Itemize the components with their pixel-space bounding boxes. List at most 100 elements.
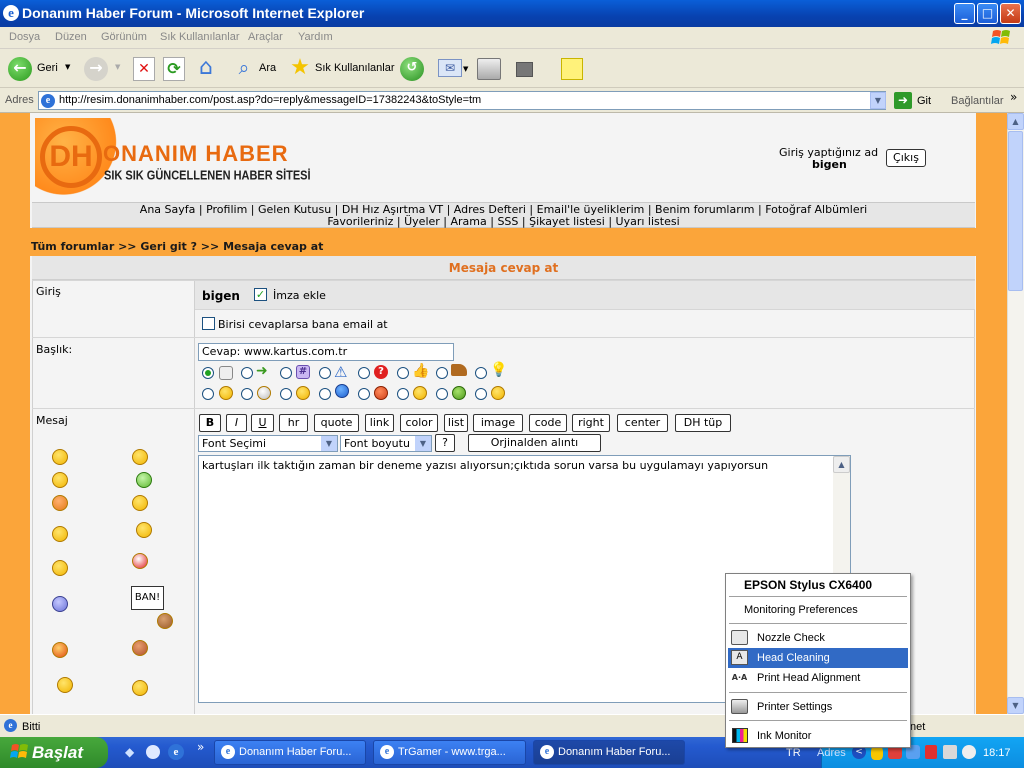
smiley-15-icon[interactable] — [57, 677, 73, 693]
quicklaunch-more-icon[interactable]: » — [197, 740, 204, 754]
smiley-12-icon[interactable] — [157, 613, 173, 629]
list-button[interactable]: list — [444, 414, 468, 432]
icon-radio-16[interactable] — [475, 388, 487, 400]
logout-button[interactable]: Çıkış — [886, 149, 926, 167]
quote-button[interactable]: quote — [314, 414, 359, 432]
smiley-9-icon[interactable] — [52, 560, 68, 576]
icon-radio-10[interactable] — [241, 388, 253, 400]
font-size-arrow-icon[interactable]: ▼ — [415, 436, 431, 451]
bold-button[interactable]: B — [199, 414, 221, 432]
link-button[interactable]: link — [365, 414, 394, 432]
refresh-icon[interactable]: ⟳ — [163, 57, 185, 81]
icon-radio-7[interactable] — [436, 367, 448, 379]
quicklaunch-ie-icon[interactable]: e — [168, 744, 184, 760]
subject-input[interactable]: Cevap: www.kartus.com.tr — [198, 343, 454, 361]
icon-radio-12[interactable] — [319, 388, 331, 400]
notify-checkbox[interactable] — [202, 317, 215, 330]
taskbar-item-donanimhaber-2[interactable]: Donanım Haber Foru... — [533, 740, 685, 765]
taskbar-item-trgamer[interactable]: TrGamer - www.trga... — [373, 740, 526, 765]
links-chevron-icon[interactable]: » — [1010, 90, 1017, 104]
scroll-thumb[interactable] — [1008, 131, 1023, 291]
print-icon[interactable] — [477, 58, 501, 80]
address-dropdown-icon[interactable]: ▼ — [870, 92, 886, 109]
window-titlebar[interactable]: Donanım Haber Forum - Microsoft Internet… — [0, 0, 1024, 27]
menu-print-head-alignment[interactable]: Print Head Alignment — [757, 672, 860, 684]
signature-checkbox[interactable]: ✓ — [254, 288, 267, 301]
code-button[interactable]: code — [529, 414, 567, 432]
image-button[interactable]: image — [473, 414, 523, 432]
icon-radio-9[interactable] — [202, 388, 214, 400]
icon-radio-13[interactable] — [358, 388, 370, 400]
menu-yardim[interactable]: Yardım — [298, 31, 333, 43]
menu-monitoring-preferences[interactable]: Monitoring Preferences — [744, 604, 858, 616]
italic-button[interactable]: I — [226, 414, 247, 432]
smiley-3-icon[interactable] — [52, 472, 68, 488]
history-icon[interactable]: ↺ — [400, 57, 424, 81]
smiley-14-icon[interactable] — [132, 640, 148, 656]
go-arrow-icon[interactable]: ➜ — [894, 92, 912, 109]
back-dropdown-icon[interactable]: ▼ — [65, 63, 70, 71]
menu-nozzle-check[interactable]: Nozzle Check — [757, 632, 825, 644]
smiley-10-icon[interactable] — [132, 553, 148, 569]
search-button-label[interactable]: Ara — [259, 62, 276, 74]
smiley-16-icon[interactable] — [132, 680, 148, 696]
close-button[interactable]: ✕ — [1000, 3, 1021, 24]
site-logo-icon[interactable]: DH — [40, 126, 102, 188]
menu-favorites[interactable]: Sık Kullanılanlar — [160, 31, 240, 43]
mail-icon[interactable]: ✉ — [438, 59, 462, 77]
icon-radio-14[interactable] — [397, 388, 409, 400]
smiley-1-icon[interactable] — [52, 449, 68, 465]
smiley-8-icon[interactable] — [136, 522, 152, 538]
center-button[interactable]: center — [617, 414, 668, 432]
icon-radio-11[interactable] — [280, 388, 292, 400]
icon-radio-5[interactable] — [358, 367, 370, 379]
address-input[interactable]: http://resim.donanimhaber.com/post.asp?d… — [38, 91, 886, 110]
search-icon[interactable]: ⌕ — [232, 56, 256, 80]
icon-radio-15[interactable] — [436, 388, 448, 400]
quote-original-button[interactable]: Orjinalden alıntı — [468, 434, 601, 452]
favorites-button-label[interactable]: Sık Kullanılanlar — [315, 62, 395, 74]
scroll-up-icon[interactable]: ▲ — [1007, 113, 1024, 130]
links-label[interactable]: Bağlantılar — [951, 95, 1004, 107]
scroll-down-icon[interactable]: ▼ — [1007, 697, 1024, 714]
smiley-6-icon[interactable] — [132, 495, 148, 511]
right-button[interactable]: right — [572, 414, 610, 432]
menu-head-cleaning[interactable]: Head Cleaning — [757, 652, 830, 664]
help-button[interactable]: ? — [435, 434, 455, 452]
edit-icon[interactable] — [516, 62, 533, 77]
icon-radio-4[interactable] — [319, 367, 331, 379]
ban-sign[interactable]: BAN! — [131, 586, 164, 610]
stop-icon[interactable]: ✕ — [133, 57, 155, 81]
menu-duzen[interactable]: Düzen — [55, 31, 87, 43]
menu-ink-monitor[interactable]: Ink Monitor — [757, 730, 811, 742]
smiley-4-icon[interactable] — [136, 472, 152, 488]
tray-antivirus-icon[interactable] — [925, 745, 937, 759]
back-arrow-icon[interactable]: ← — [8, 57, 32, 81]
maximize-button[interactable]: □ — [977, 3, 998, 24]
color-button[interactable]: color — [400, 414, 438, 432]
hr-button[interactable]: hr — [279, 414, 308, 432]
smiley-7-icon[interactable] — [52, 526, 68, 542]
menu-printer-settings[interactable]: Printer Settings — [757, 701, 832, 713]
language-indicator[interactable]: TR — [786, 747, 801, 759]
go-button-label[interactable]: Git — [917, 95, 931, 107]
font-select[interactable]: Font Seçimi — [198, 435, 338, 452]
smiley-2-icon[interactable] — [132, 449, 148, 465]
font-select-arrow-icon[interactable]: ▼ — [321, 436, 337, 451]
menu-araclar[interactable]: Araçlar — [248, 31, 283, 43]
home-icon[interactable]: ⌂ — [194, 56, 218, 80]
minimize-button[interactable]: _ — [954, 3, 975, 24]
forward-arrow-icon[interactable]: → — [84, 57, 108, 81]
forward-dropdown-icon[interactable]: ▼ — [115, 63, 120, 71]
back-button-label[interactable]: Geri — [37, 62, 58, 74]
smiley-11-icon[interactable] — [52, 596, 68, 612]
menu-gorunum[interactable]: Görünüm — [101, 31, 147, 43]
quicklaunch-media-icon[interactable] — [146, 745, 160, 759]
tray-printer-icon[interactable] — [943, 745, 957, 759]
textarea-scroll-up-icon[interactable]: ▲ — [833, 456, 850, 473]
underline-button[interactable]: U — [251, 414, 274, 432]
favorites-star-icon[interactable]: ★ — [287, 55, 313, 81]
messenger-note-icon[interactable] — [561, 58, 583, 80]
icon-radio-1[interactable] — [202, 367, 214, 379]
site-logo-text[interactable]: ONANIM HABER — [103, 141, 289, 167]
